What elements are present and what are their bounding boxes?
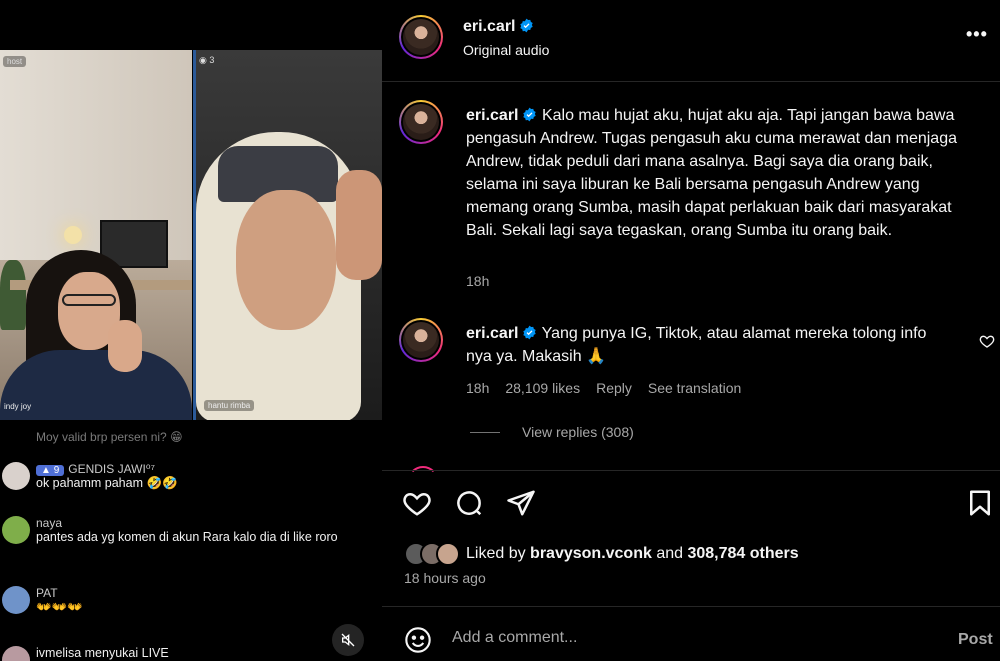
left-participant-name: indy joy bbox=[4, 402, 32, 411]
original-audio-link[interactable]: Original audio bbox=[463, 42, 549, 58]
post-caption: eri.carl Kalo mau hujat aku, hujat aku a… bbox=[466, 104, 986, 242]
header-username[interactable]: eri.carl bbox=[463, 18, 534, 36]
avatar bbox=[2, 646, 30, 661]
reply-button[interactable]: Reply bbox=[596, 380, 632, 396]
post-panel: eri.carl Original audio ••• eri.carl Kal… bbox=[382, 0, 1000, 661]
emoji-icon[interactable] bbox=[404, 626, 432, 654]
see-translation-button[interactable]: See translation bbox=[648, 380, 741, 396]
caption-username[interactable]: eri.carl bbox=[466, 107, 518, 124]
host-label: host bbox=[3, 56, 27, 67]
comment-like-heart-icon[interactable] bbox=[979, 333, 995, 349]
bookmark-icon bbox=[970, 490, 990, 516]
comment-icon[interactable] bbox=[454, 488, 484, 518]
verified-icon bbox=[520, 18, 534, 33]
guest-camera-right: ◉ 3 hantu rimba bbox=[193, 50, 382, 420]
caption-text: Kalo mau hujat aku, hujat aku aja. Tapi … bbox=[466, 107, 957, 239]
live-chat: Moy valid brp persen ni? 😁 ▲ 9 GENDIS JAW… bbox=[0, 424, 382, 661]
chat-text: pantes ada yg komen di akun Rara kalo di… bbox=[36, 530, 338, 544]
chat-username: ivmelisa bbox=[36, 646, 82, 660]
level-badge: ▲ 9 bbox=[36, 465, 65, 476]
chat-username: PAT bbox=[36, 586, 58, 600]
likes-count[interactable]: 308,784 others bbox=[687, 545, 798, 562]
avatar bbox=[2, 586, 30, 614]
viewer-count: ◉ 3 bbox=[199, 55, 215, 65]
eye-icon: ◉ bbox=[199, 55, 207, 65]
avatar bbox=[2, 516, 30, 544]
comment-avatar[interactable] bbox=[399, 318, 443, 362]
chat-message: naya pantes ada yg komen di akun Rara ka… bbox=[2, 516, 376, 545]
liker-avatar[interactable] bbox=[436, 542, 460, 566]
view-replies-label: View replies (308) bbox=[522, 424, 634, 440]
chat-text: 👐👐👐 bbox=[36, 600, 83, 614]
post-time[interactable]: 18 hours ago bbox=[404, 570, 486, 586]
save-button[interactable] bbox=[965, 488, 995, 523]
chat-message: ▲ 9 GENDIS JAWI⁰⁷ ok pahamm paham 🤣🤣 bbox=[2, 462, 178, 491]
more-options-icon[interactable]: ••• bbox=[966, 24, 988, 45]
chat-username: GENDIS JAWI⁰⁷ bbox=[68, 462, 155, 476]
comment-meta: 18h 28,109 likes Reply See translation bbox=[466, 380, 741, 396]
mute-button[interactable] bbox=[332, 624, 364, 656]
speaker-muted-icon bbox=[341, 633, 355, 647]
comment-time[interactable]: 18h bbox=[466, 380, 489, 396]
chat-username: naya bbox=[36, 516, 63, 530]
chat-text: menyukai LIVE bbox=[84, 646, 169, 660]
avatar bbox=[2, 462, 30, 490]
comment: eri.carl Yang punya IG, Tiktok, atau ala… bbox=[466, 322, 956, 368]
liked-by-text: Liked by bravyson.vconk and 308,784 othe… bbox=[466, 545, 799, 562]
chat-message: PAT 👐👐👐 bbox=[2, 586, 83, 615]
header-avatar[interactable] bbox=[399, 15, 443, 59]
right-participant-name: hantu rimba bbox=[204, 400, 255, 411]
share-icon[interactable] bbox=[506, 488, 536, 518]
verified-icon bbox=[523, 325, 537, 340]
add-comment-bar: Post bbox=[382, 606, 1000, 661]
view-replies-button[interactable]: View replies (308) bbox=[470, 424, 634, 440]
post-button[interactable]: Post bbox=[958, 631, 993, 649]
chat-faded-line: Moy valid brp persen ni? 😁 bbox=[36, 430, 183, 444]
guest-camera-left: host indy joy bbox=[0, 50, 192, 420]
comment-username[interactable]: eri.carl bbox=[466, 325, 518, 342]
replies-line bbox=[470, 431, 500, 433]
add-comment-input[interactable] bbox=[452, 629, 892, 647]
live-video[interactable]: host indy joy ◉ 3 hantu rimba Moy valid … bbox=[0, 0, 382, 661]
caption-time[interactable]: 18h bbox=[466, 273, 489, 289]
header-divider bbox=[382, 81, 1000, 82]
liked-by: Liked by bravyson.vconk and 308,784 othe… bbox=[404, 542, 799, 566]
post-actions bbox=[402, 488, 536, 518]
caption-avatar[interactable] bbox=[399, 100, 443, 144]
chat-message: ivmelisa menyukai LIVE bbox=[2, 646, 169, 661]
verified-icon bbox=[523, 107, 537, 122]
chat-text: ok pahamm paham 🤣🤣 bbox=[36, 476, 178, 490]
actions-divider bbox=[382, 470, 1000, 471]
comment-likes[interactable]: 28,109 likes bbox=[505, 380, 580, 396]
like-heart-icon[interactable] bbox=[402, 488, 432, 518]
liker-username[interactable]: bravyson.vconk bbox=[530, 545, 652, 562]
